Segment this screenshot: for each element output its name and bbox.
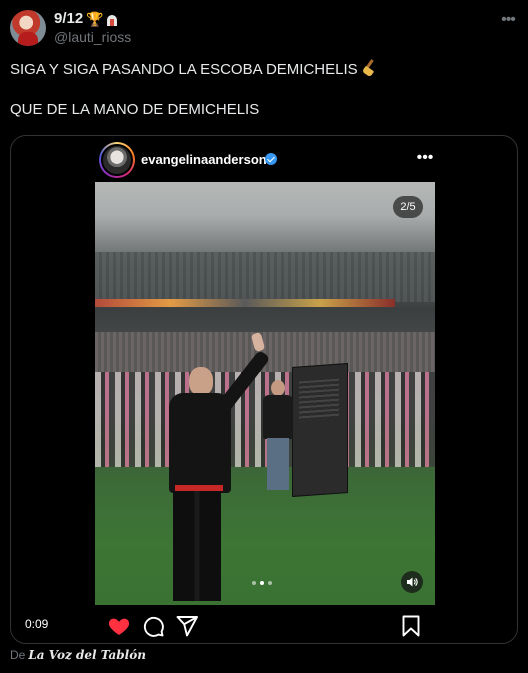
source-prefix: De (10, 648, 26, 662)
instagram-actions (107, 614, 423, 640)
volume-button[interactable] (401, 571, 423, 593)
share-icon[interactable] (175, 614, 199, 638)
tweet-header: 9/12 🏆 @lauti_rioss ••• (10, 8, 518, 48)
trophy-icon: 🏆 (86, 10, 104, 27)
speaker-icon (407, 577, 418, 587)
heart-icon[interactable] (107, 614, 131, 638)
castle-icon (105, 11, 119, 27)
person-foreground-waving (159, 332, 271, 605)
tweet-line-2: QUE DE LA MANO DE DEMICHELIS (10, 101, 260, 118)
carousel-page-counter: 2/5 (393, 196, 423, 218)
stadium-stands-lower (95, 332, 435, 372)
broom-icon (362, 60, 380, 76)
tweet-line-1: SIGA Y SIGA PASANDO LA ESCOBA DEMICHELIS (10, 61, 358, 78)
carousel-dot-active[interactable] (260, 581, 264, 585)
carousel-dots (252, 581, 272, 585)
tweet-text: SIGA Y SIGA PASANDO LA ESCOBA DEMICHELIS… (10, 60, 518, 120)
instagram-post-header: evangelinaanderson ••• (99, 142, 435, 178)
verified-badge-icon (265, 153, 277, 165)
stadium-banner (95, 299, 395, 307)
author-handle[interactable]: @lauti_rioss (54, 29, 131, 45)
bookmark-icon[interactable] (399, 614, 423, 638)
instagram-more-icon[interactable]: ••• (415, 150, 435, 166)
source-name-link[interactable]: La Voz del Tablón (28, 648, 146, 662)
author-display-name[interactable]: 9/12 (54, 10, 83, 27)
carousel-dot[interactable] (252, 581, 256, 585)
person-background (261, 380, 295, 492)
embedded-video-card[interactable]: evangelinaanderson ••• 2/5 0:09 (10, 135, 518, 644)
video-frame[interactable]: 2/5 (95, 182, 435, 605)
instagram-username[interactable]: evangelinaanderson (141, 152, 267, 167)
signboard (292, 363, 348, 497)
stadium-stands-upper (95, 252, 435, 302)
instagram-avatar[interactable] (99, 142, 135, 178)
carousel-dot[interactable] (268, 581, 272, 585)
video-timestamp: 0:09 (25, 617, 49, 631)
media-source-attribution: De La Voz del Tablón (10, 648, 146, 662)
comment-icon[interactable] (141, 614, 165, 638)
author-avatar[interactable] (10, 10, 46, 46)
author-name-line[interactable]: 9/12 🏆 (54, 10, 119, 27)
more-options-icon[interactable]: ••• (498, 12, 518, 28)
